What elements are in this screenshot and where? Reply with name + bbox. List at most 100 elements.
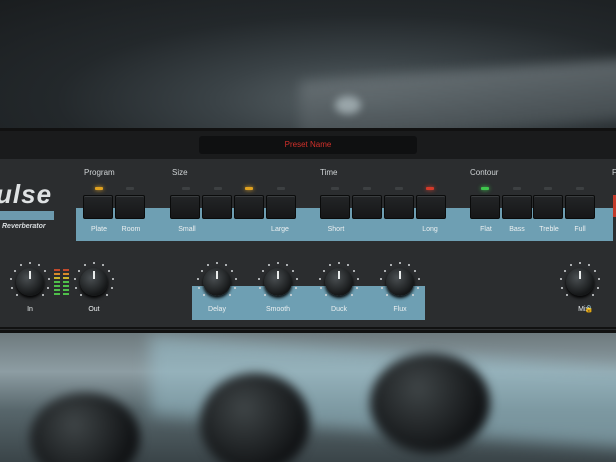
size-button-1[interactable] [170, 195, 200, 219]
knob-tick [399, 262, 401, 264]
knob-tick [106, 294, 109, 297]
led-bass [513, 187, 521, 190]
lock-icon[interactable]: 🔒 [584, 305, 594, 313]
knob-tick [597, 278, 600, 281]
flux-knob[interactable] [386, 268, 414, 296]
delay-knob[interactable] [203, 268, 231, 296]
knob-tick [79, 294, 82, 297]
knob-tick [15, 294, 18, 297]
blurred-shape [300, 58, 616, 130]
led-flat [481, 187, 489, 190]
knob-tick [380, 278, 383, 281]
plugin-window: Preset Name ulse Reverberator Program Si… [0, 128, 616, 333]
knob-tick [231, 269, 234, 272]
knob-tick [77, 269, 80, 272]
knob-tick [380, 286, 383, 289]
led-size-1 [182, 187, 190, 190]
duck-knob[interactable] [325, 268, 353, 296]
led-size-2 [214, 187, 222, 190]
led-full [576, 187, 584, 190]
in-label: In [27, 306, 33, 313]
blurred-knob [200, 373, 310, 462]
bottom-separator [0, 327, 616, 329]
knob-tick [407, 264, 410, 267]
time-button-2[interactable] [352, 195, 382, 219]
top-bar: Preset Name [0, 131, 616, 159]
knob-tick [258, 278, 261, 281]
bass-button[interactable] [502, 195, 532, 219]
treble-label: Treble [539, 226, 559, 233]
knob-tick [101, 264, 104, 267]
knob-tick [570, 264, 573, 267]
blurred-shape [335, 96, 361, 114]
time-button-1[interactable] [320, 195, 350, 219]
contour-title: Contour [470, 168, 499, 177]
full-button[interactable] [565, 195, 595, 219]
knob-tick [597, 286, 600, 289]
size-title: Size [172, 168, 188, 177]
knob-tick [258, 286, 261, 289]
knob-tick [594, 269, 597, 272]
room-label: Room [121, 226, 141, 233]
knob-tick [565, 294, 568, 297]
led-time-3 [395, 187, 403, 190]
knob-tick [268, 264, 271, 267]
size-button-2[interactable] [202, 195, 232, 219]
logo-subtitle: Reverberator [2, 223, 46, 230]
knob-tick [579, 262, 581, 264]
knob-tick [592, 294, 595, 297]
plate-button[interactable] [83, 195, 113, 219]
time-title: Time [320, 168, 338, 177]
knob-tick [47, 278, 50, 281]
knob-tick [417, 278, 420, 281]
led-time-2 [363, 187, 371, 190]
knob-tick [295, 278, 298, 281]
out-knob[interactable] [80, 268, 108, 296]
in-knob[interactable] [16, 268, 44, 296]
knob-tick [390, 264, 393, 267]
knob-tick [44, 269, 47, 272]
blurred-knob [30, 393, 140, 462]
treble-button[interactable] [533, 195, 563, 219]
size-button-4[interactable] [266, 195, 296, 219]
knob-tick [560, 286, 563, 289]
knob-tick [346, 264, 349, 267]
delay-label: Delay [208, 306, 226, 313]
knob-tick [108, 269, 111, 272]
knob-tick [216, 262, 218, 264]
knob-tick [207, 264, 210, 267]
room-button[interactable] [115, 195, 145, 219]
time-button-4[interactable] [416, 195, 446, 219]
knob-tick [47, 286, 50, 289]
knob-tick [329, 264, 332, 267]
mix-knob[interactable] [566, 268, 594, 296]
led-room [126, 187, 134, 190]
knob-tick [10, 286, 13, 289]
knob-tick [197, 278, 200, 281]
led-treble [544, 187, 552, 190]
knob-tick [383, 269, 386, 272]
led-size-4 [277, 187, 285, 190]
knob-tick [292, 269, 295, 272]
knob-tick [587, 264, 590, 267]
smooth-label: Smooth [265, 306, 291, 313]
knob-tick [74, 278, 77, 281]
time-button-3[interactable] [384, 195, 414, 219]
time-short-label: Short [327, 226, 345, 233]
led-time-4 [426, 187, 434, 190]
knob-tick [563, 269, 566, 272]
knob-tick [414, 269, 417, 272]
smooth-knob[interactable] [264, 268, 292, 296]
led-plate [95, 187, 103, 190]
size-button-3[interactable] [234, 195, 264, 219]
logo: ulse [0, 179, 53, 209]
knob-tick [111, 286, 114, 289]
bass-label: Bass [509, 226, 525, 233]
preset-name-display[interactable]: Preset Name [199, 136, 417, 154]
knob-tick [319, 286, 322, 289]
out-label: Out [88, 306, 100, 313]
flat-button[interactable] [470, 195, 500, 219]
plate-label: Plate [91, 226, 107, 233]
knob-tick [353, 269, 356, 272]
knob-tick [261, 269, 264, 272]
